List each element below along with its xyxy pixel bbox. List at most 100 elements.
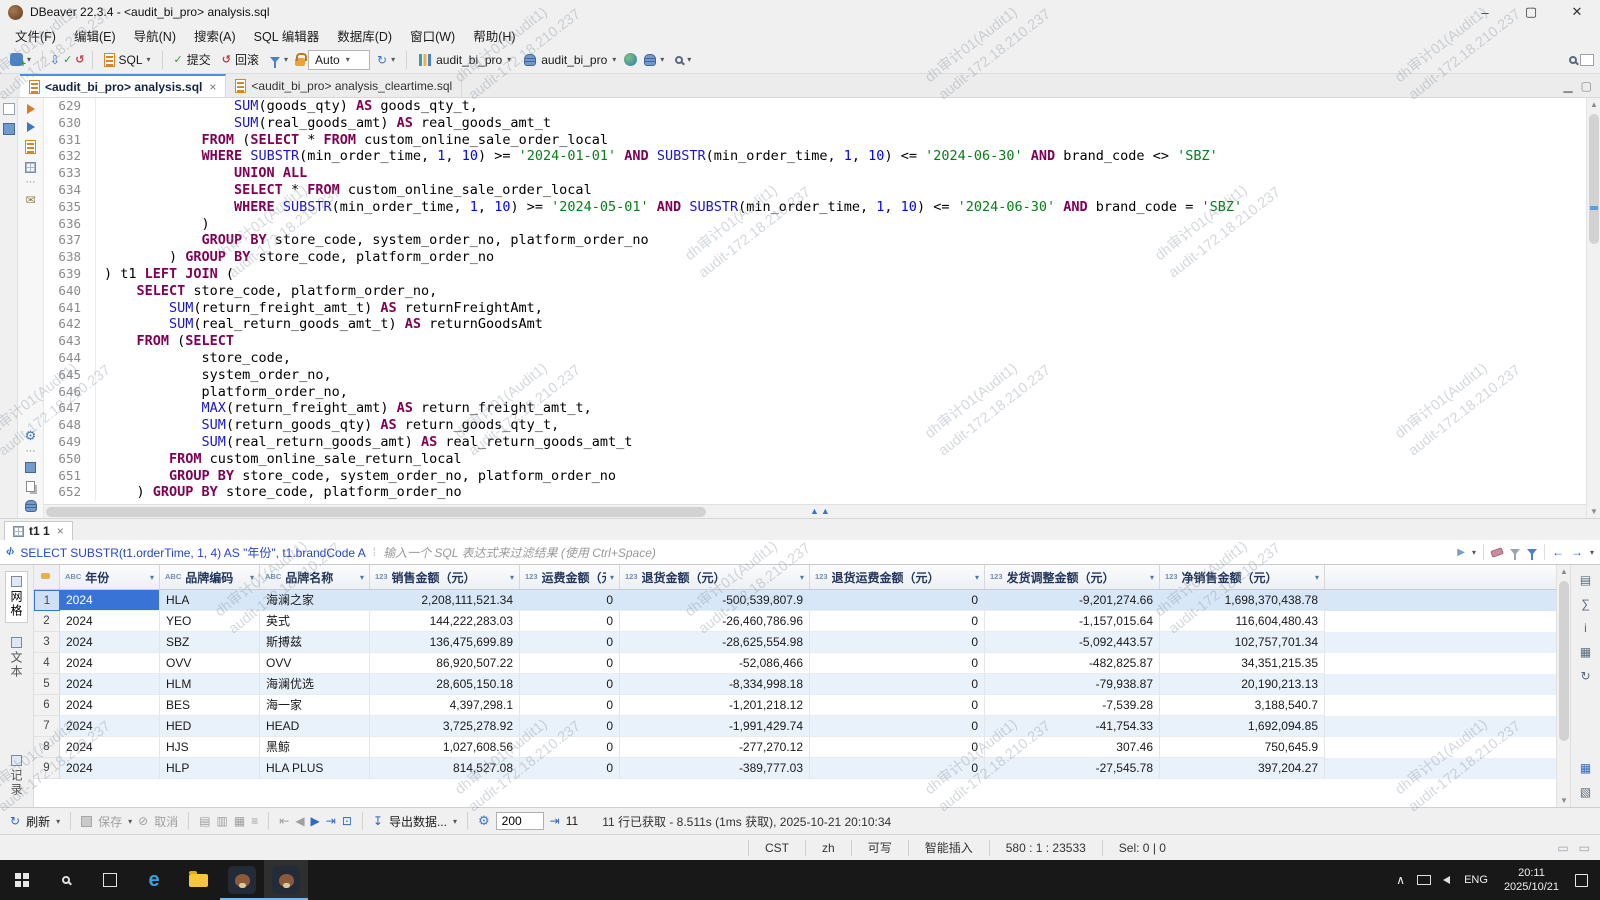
- more-actions-icon[interactable]: ⋯: [26, 178, 36, 188]
- cell[interactable]: 黑鲸: [260, 737, 370, 758]
- cell[interactable]: -7,539.28: [985, 695, 1160, 716]
- gear-icon[interactable]: ⚙: [25, 429, 37, 442]
- column-menu-icon[interactable]: ▾: [975, 573, 979, 582]
- panel-settings-icon[interactable]: ▧: [1580, 785, 1591, 799]
- dbeaver-taskbar-button[interactable]: [220, 860, 264, 900]
- menu-item[interactable]: 搜索(A): [185, 24, 245, 47]
- grid-vscroll-thumb[interactable]: [1559, 581, 1569, 741]
- scroll-up-icon[interactable]: ▲: [1560, 567, 1568, 576]
- cell[interactable]: 86,920,507.22: [370, 653, 520, 674]
- mail-export-icon[interactable]: ✉: [25, 193, 35, 207]
- result-tab[interactable]: t1 1 ×: [4, 521, 73, 540]
- restore-navigator-icon[interactable]: [2, 103, 15, 115]
- cell[interactable]: 海澜之家: [260, 590, 370, 611]
- result-grid-icon[interactable]: [25, 162, 36, 173]
- scroll-up-icon[interactable]: ▲: [1590, 100, 1598, 109]
- cell[interactable]: 28,605,150.18: [370, 674, 520, 695]
- cell[interactable]: -9,201,274.66: [985, 590, 1160, 611]
- view-tab-text[interactable]: 文本: [6, 633, 27, 683]
- filter-icon[interactable]: [1526, 549, 1537, 560]
- cell[interactable]: OVV: [160, 653, 260, 674]
- cell[interactable]: HLA PLUS: [260, 758, 370, 779]
- chevron-down-icon[interactable]: ▾: [1590, 548, 1594, 557]
- sync-icon[interactable]: ✓: [63, 53, 72, 66]
- last-row-icon[interactable]: ⇥: [326, 814, 336, 828]
- column-header[interactable]: ABC 年份 ▾: [60, 565, 160, 589]
- copy-icon[interactable]: [26, 481, 35, 492]
- menu-item[interactable]: 编辑(E): [65, 24, 125, 47]
- cell[interactable]: 307.46: [985, 737, 1160, 758]
- commit-button[interactable]: ✓ 提交: [170, 49, 215, 70]
- chevron-up-icon[interactable]: ∧: [1396, 873, 1405, 887]
- column-menu-icon[interactable]: ▾: [150, 573, 154, 582]
- execute-statement-icon[interactable]: [26, 104, 35, 114]
- cell[interactable]: 3,725,278.92: [370, 716, 520, 737]
- next-row-icon[interactable]: ▶: [311, 814, 320, 828]
- cell[interactable]: 102,757,701.34: [1160, 632, 1325, 653]
- row-number[interactable]: 6: [34, 695, 60, 716]
- quick-search-button[interactable]: ▾: [671, 53, 695, 66]
- cell[interactable]: 0: [520, 695, 620, 716]
- maximize-button[interactable]: ▢: [1508, 0, 1554, 24]
- start-button[interactable]: [0, 860, 44, 900]
- refresh-panel-icon[interactable]: ↻: [1580, 669, 1590, 683]
- cell[interactable]: 4,397,298.1: [370, 695, 520, 716]
- cell[interactable]: 2,208,111,521.34: [370, 590, 520, 611]
- grid-vertical-scrollbar[interactable]: ▲ ▼: [1556, 565, 1570, 807]
- cell[interactable]: -28,625,554.98: [620, 632, 810, 653]
- cell[interactable]: 116,604,480.43: [1160, 611, 1325, 632]
- cell[interactable]: HJS: [160, 737, 260, 758]
- save-button[interactable]: 保存: [98, 813, 122, 830]
- column-menu-icon[interactable]: ▾: [1150, 573, 1154, 582]
- sql-editor-button[interactable]: SQL ▾: [100, 51, 155, 69]
- cell[interactable]: -26,460,786.96: [620, 611, 810, 632]
- menu-item[interactable]: 窗口(W): [401, 24, 464, 47]
- view-tab-grid[interactable]: 网格: [5, 571, 28, 623]
- cell[interactable]: HLA: [160, 590, 260, 611]
- dbeaver-taskbar-button-active[interactable]: [264, 860, 308, 900]
- forward-icon[interactable]: →: [1571, 545, 1583, 559]
- cell[interactable]: 2024: [60, 590, 160, 611]
- row-number[interactable]: 9: [34, 758, 60, 779]
- code-lines[interactable]: 629 SUM(goods_qty) AS goods_qty_t, 630 SU…: [44, 98, 1586, 504]
- cell[interactable]: 3,188,540.7: [1160, 695, 1325, 716]
- cell[interactable]: 814,527.08: [370, 758, 520, 779]
- scroll-down-icon[interactable]: ▼: [1560, 796, 1568, 805]
- menu-item[interactable]: 帮助(H): [464, 24, 524, 47]
- cell[interactable]: 0: [810, 611, 985, 632]
- cell[interactable]: 0: [520, 632, 620, 653]
- cell[interactable]: 0: [810, 590, 985, 611]
- first-row-icon[interactable]: ⇤: [279, 814, 289, 828]
- globe-icon[interactable]: [624, 53, 638, 66]
- cell[interactable]: 海一家: [260, 695, 370, 716]
- menu-item[interactable]: 数据库(D): [328, 24, 401, 47]
- editor-tab[interactable]: <audit_bi_pro> analysis.sql ×: [20, 74, 227, 97]
- cell[interactable]: 2024: [60, 695, 160, 716]
- cell[interactable]: YEO: [160, 611, 260, 632]
- explain-plan-icon[interactable]: [25, 140, 36, 154]
- chevron-down-icon[interactable]: ▾: [1472, 548, 1476, 557]
- close-icon[interactable]: ×: [57, 524, 64, 538]
- add-row-icon[interactable]: ▤: [199, 814, 210, 828]
- metadata-icon[interactable]: i: [1584, 621, 1587, 635]
- cell[interactable]: -1,201,218.12: [620, 695, 810, 716]
- focus-cell-icon[interactable]: ⊡: [342, 814, 352, 828]
- cell[interactable]: HLP: [160, 758, 260, 779]
- cell[interactable]: 0: [520, 758, 620, 779]
- db-output-icon[interactable]: [24, 500, 37, 512]
- cell[interactable]: 144,222,283.03: [370, 611, 520, 632]
- rollback-button[interactable]: ↺ 回滚: [218, 49, 263, 70]
- task-view-button[interactable]: [88, 860, 132, 900]
- cell[interactable]: 0: [520, 611, 620, 632]
- cell[interactable]: -500,539,807.9: [620, 590, 810, 611]
- chevron-down-icon[interactable]: ▾: [453, 817, 457, 826]
- perspective-icon[interactable]: [1580, 53, 1594, 66]
- edit-filter-icon[interactable]: [1509, 549, 1520, 560]
- column-menu-icon[interactable]: ▾: [510, 573, 514, 582]
- menu-item[interactable]: 文件(F): [6, 24, 65, 47]
- execute-script-icon[interactable]: [26, 122, 35, 132]
- export-button[interactable]: 导出数据...: [389, 813, 447, 830]
- cell[interactable]: 2024: [60, 632, 160, 653]
- column-menu-icon[interactable]: ▾: [1315, 573, 1319, 582]
- lock-icon[interactable]: [295, 53, 308, 66]
